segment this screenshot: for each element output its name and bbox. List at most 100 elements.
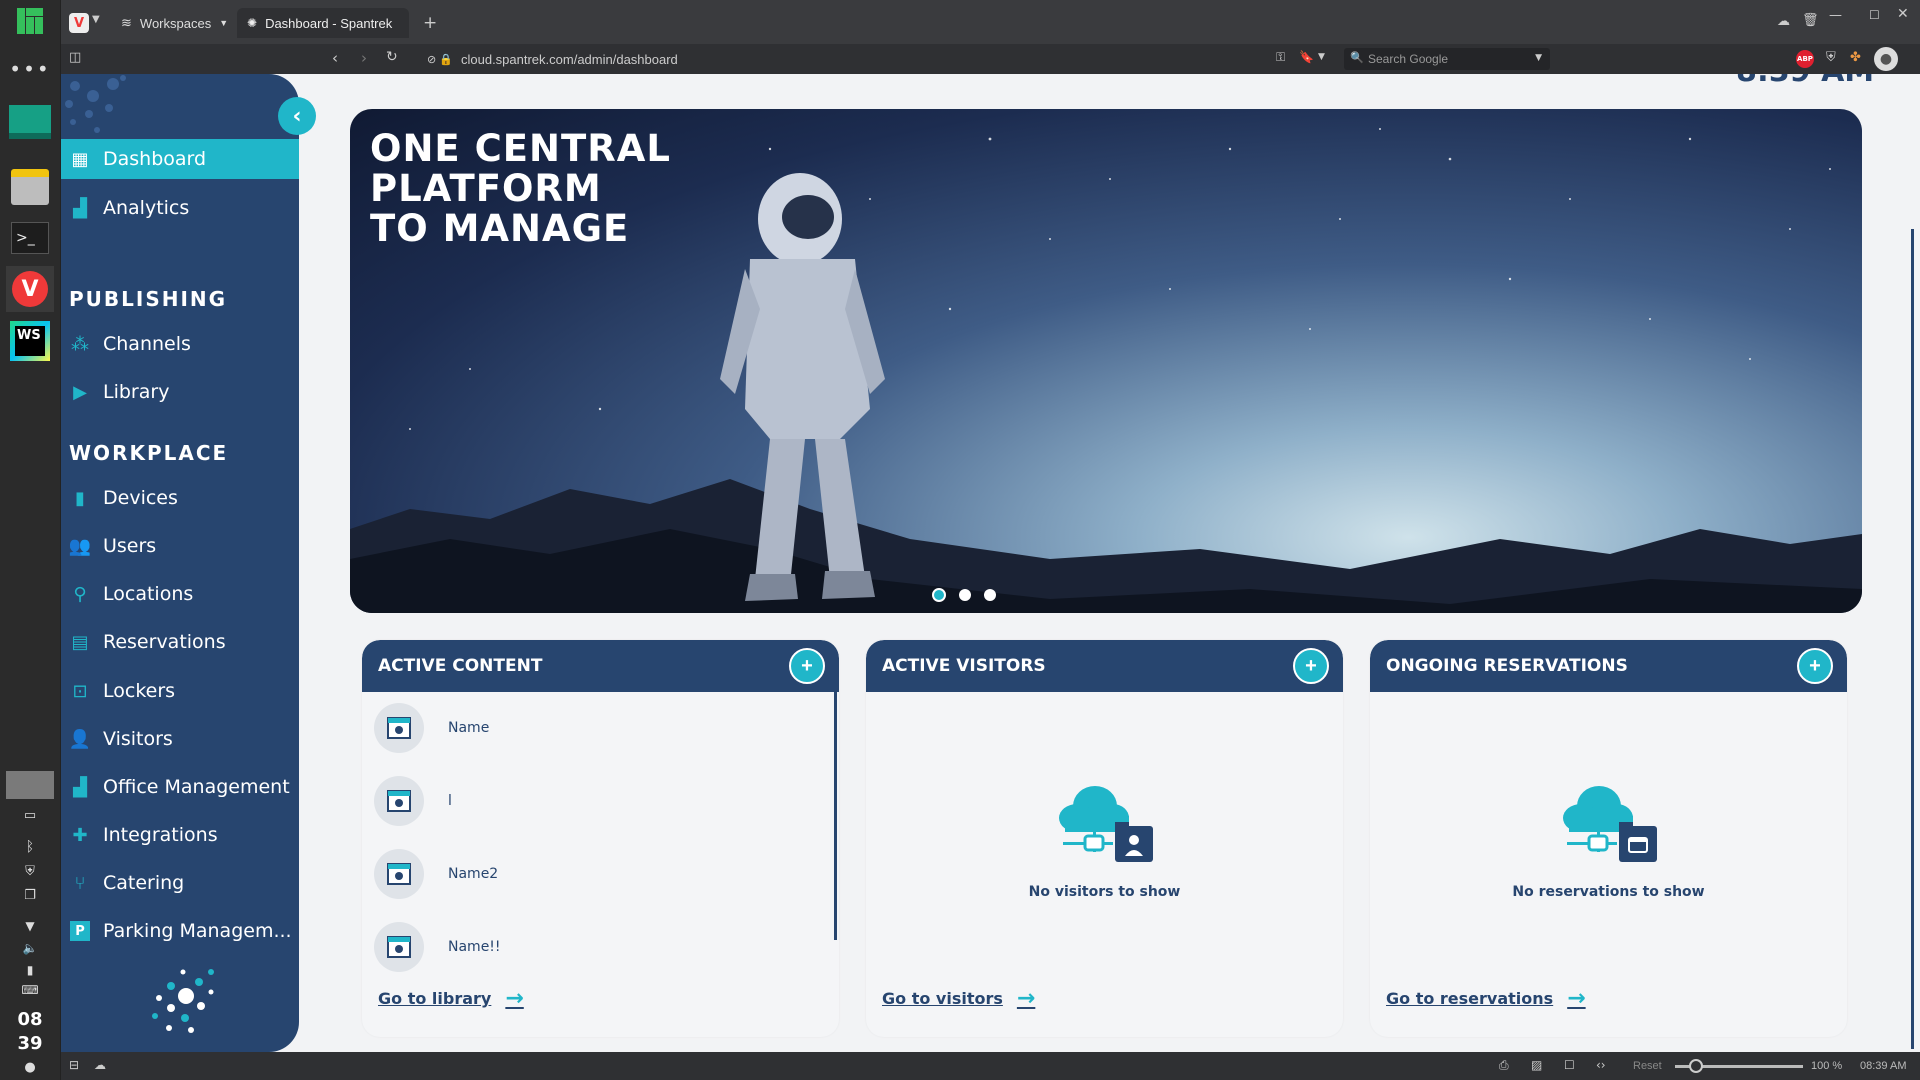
go-to-reservations-link[interactable]: Go to reservations → [1386, 986, 1586, 1011]
chevron-left-icon: ‹ [292, 103, 302, 129]
user-icon[interactable]: ● [6, 1058, 54, 1076]
list-item[interactable]: Name2 [374, 849, 498, 899]
search-icon: 🔍 [1350, 51, 1364, 64]
more-icon[interactable]: ••• [6, 57, 54, 81]
sidebar-item-label: Office Management [103, 776, 290, 798]
display-icon[interactable]: ▭ [6, 806, 54, 824]
forward-icon[interactable]: › [361, 49, 367, 67]
sidebar-item-integrations[interactable]: ✚ Integrations [61, 815, 299, 855]
sidebar-item-devices[interactable]: ▮ Devices [61, 478, 299, 518]
section-heading-publishing: PUBLISHING [69, 287, 228, 311]
tab-title: Dashboard - Spantrek [265, 15, 393, 31]
sidebar-item-lockers[interactable]: ⊡ Lockers [61, 671, 299, 711]
cloud-visitor-icon [1058, 786, 1153, 862]
url-field[interactable]: ⊘ 🔒 cloud.spantrek.com/admin/dashboard [427, 48, 1387, 70]
trash-icon[interactable]: 🗑 [1802, 13, 1819, 28]
cloud-icon[interactable]: ☁ [1777, 14, 1790, 29]
sidebar-item-catering[interactable]: ⑂ Catering [61, 863, 299, 903]
sidebar-item-library[interactable]: ▶ Library [61, 372, 299, 412]
reload-icon[interactable]: ↻ [386, 49, 398, 65]
adblock-icon[interactable]: ABP [1796, 50, 1814, 68]
browser-address-bar: ◫ ‹ › ↻ ⊘ 🔒 cloud.spantrek.com/admin/das… [61, 44, 1920, 74]
brand-logo-icon [152, 969, 214, 1033]
hero-carousel[interactable]: ONE CENTRAL PLATFORM TO MANAGE [350, 109, 1862, 613]
shield-icon[interactable]: ⛨ [6, 862, 54, 880]
battery-icon[interactable]: ▮ [6, 962, 54, 978]
page-scrollbar[interactable] [1911, 229, 1914, 1049]
close-icon[interactable]: ✕ [1897, 6, 1909, 22]
workspaces-button[interactable]: ≋ Workspaces ▼ [111, 8, 238, 38]
sidebar-item-channels[interactable]: ⁂ Channels [61, 324, 299, 364]
locker-icon: ⊡ [72, 680, 88, 702]
profile-avatar-icon[interactable]: ● [1874, 47, 1898, 71]
scrollbar[interactable] [834, 692, 837, 940]
wifi-icon[interactable]: ▼ [6, 918, 54, 934]
sidebar-item-visitors[interactable]: 👤 Visitors [61, 719, 299, 759]
volume-icon[interactable]: 🔈 [6, 940, 54, 956]
webstorm-icon[interactable]: WS [6, 318, 54, 364]
camera-icon[interactable]: ⎙ [1499, 1058, 1509, 1073]
carousel-dot-1[interactable] [932, 588, 946, 602]
sync-cloud-icon[interactable]: ☁ [94, 1058, 106, 1072]
tab-dashboard[interactable]: ✺ Dashboard - Spantrek [237, 8, 409, 38]
zoom-reset-button[interactable]: Reset [1633, 1060, 1662, 1072]
list-item[interactable]: Name!! [374, 922, 501, 972]
list-item[interactable]: l [374, 776, 452, 826]
sidebar-item-dashboard[interactable]: ▦ Dashboard [61, 139, 299, 179]
add-visitor-button[interactable]: + [1293, 648, 1329, 684]
maximize-icon[interactable]: ☐ [1869, 8, 1880, 22]
clock-fragment: 8:39 AM [1736, 74, 1874, 89]
sidebar-item-users[interactable]: 👥 Users [61, 526, 299, 566]
sidebar-item-analytics[interactable]: ▟ Analytics [61, 188, 299, 228]
sidebar-item-reservations[interactable]: ▤ Reservations [61, 622, 299, 662]
sidebar: ▦ Dashboard ▟ Analytics PUBLISHING ⁂ Cha… [61, 74, 299, 1052]
add-content-button[interactable]: + [789, 648, 825, 684]
search-input[interactable]: 🔍 Search Google ▼ [1344, 48, 1550, 70]
go-to-library-link[interactable]: Go to library → [378, 986, 524, 1011]
sidebar-item-parking-management[interactable]: P Parking Managem... [61, 911, 299, 951]
image-icon[interactable]: ▨ [1531, 1058, 1542, 1072]
terminal-icon[interactable]: >_ [6, 218, 54, 258]
key-icon[interactable]: ⚿ [1276, 50, 1285, 65]
zoom-slider[interactable] [1675, 1059, 1803, 1073]
file-manager-icon[interactable] [6, 165, 54, 209]
back-icon[interactable]: ‹ [332, 49, 338, 67]
panel-toggle-icon[interactable]: ◫ [69, 50, 81, 65]
carousel-dot-3[interactable] [984, 589, 996, 601]
window-preview-icon[interactable] [6, 770, 54, 800]
sidebar-item-label: Locations [103, 583, 194, 605]
chevron-down-icon[interactable]: ▼ [92, 14, 100, 25]
plus-icon: + [801, 654, 813, 677]
sidebar-item-label: Devices [103, 487, 178, 509]
chevron-down-icon[interactable]: ▼ [1318, 52, 1325, 62]
minimize-icon[interactable]: — [1829, 8, 1842, 23]
privacy-shield-icon[interactable]: ⛨ [1826, 50, 1836, 65]
manjaro-logo-icon[interactable] [6, 6, 54, 36]
bookmark-icon[interactable]: 🔖 [1299, 50, 1314, 64]
sidebar-collapse-button[interactable]: ‹ [278, 97, 316, 135]
new-tab-icon[interactable]: + [423, 13, 437, 33]
sidebar-item-label: Dashboard [103, 148, 207, 170]
panel-icon[interactable]: ⊟ [69, 1058, 79, 1072]
location-pin-icon: ⚲ [73, 583, 87, 605]
clipboard-icon[interactable]: ❐ [6, 886, 54, 904]
content-name: l [448, 793, 452, 809]
add-reservation-button[interactable]: + [1797, 648, 1833, 684]
sidebar-item-label: Visitors [103, 728, 173, 750]
vivaldi-icon[interactable]: V [6, 266, 54, 312]
bluetooth-icon[interactable]: ᛒ [6, 838, 54, 856]
list-item[interactable]: Name [374, 703, 489, 753]
channels-icon: ⁂ [71, 333, 89, 355]
keyboard-icon[interactable]: ⌨ [6, 982, 54, 998]
color-extension-icon[interactable]: ✤ [1850, 50, 1861, 65]
sidebar-item-office-management[interactable]: ▟ Office Management [61, 767, 299, 807]
tiling-icon[interactable]: ☐ [1564, 1058, 1575, 1072]
code-icon[interactable]: ‹› [1596, 1058, 1606, 1072]
vivaldi-menu-icon[interactable]: V [69, 13, 89, 33]
carousel-dot-2[interactable] [959, 589, 971, 601]
desktop-icon[interactable] [6, 100, 54, 144]
go-to-visitors-link[interactable]: Go to visitors → [882, 986, 1035, 1011]
hero-title-line-2: PLATFORM [370, 167, 602, 210]
sidebar-item-locations[interactable]: ⚲ Locations [61, 574, 299, 614]
zoom-slider-handle[interactable] [1689, 1059, 1703, 1073]
